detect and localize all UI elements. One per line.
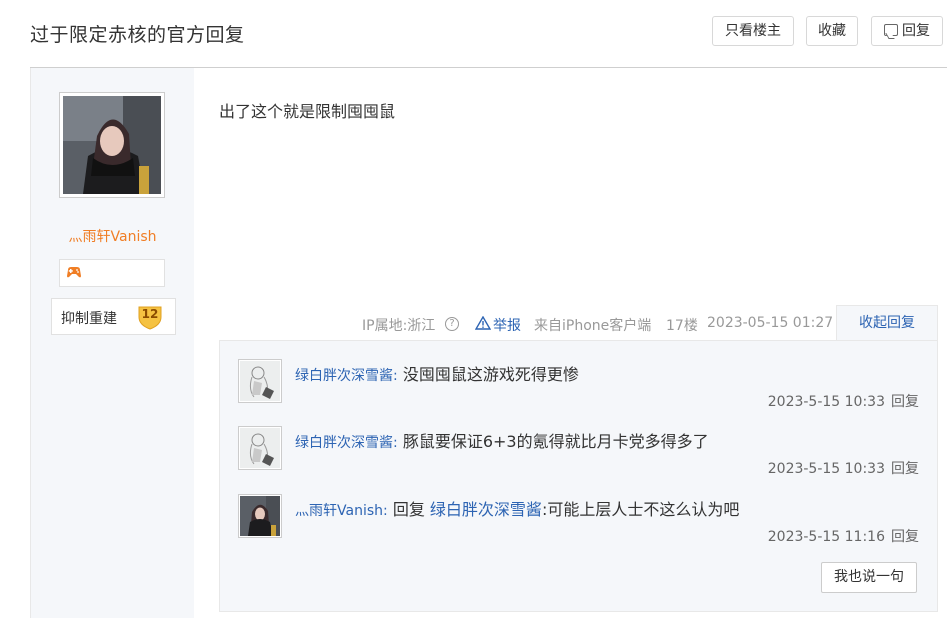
reply-target-user[interactable]: 绿白胖次深雪酱	[430, 500, 542, 519]
reply-to-reply-link[interactable]: 回复	[891, 461, 919, 477]
reply-to-reply-link[interactable]: 回复	[891, 529, 919, 545]
level-number: 12	[141, 307, 159, 321]
ip-location: IP属地:浙江	[362, 318, 436, 334]
photo-girl-avatar-icon	[240, 496, 280, 536]
only-op-button[interactable]: 只看楼主	[712, 16, 794, 46]
reply-line: 灬雨轩Vanish: 回复 绿白胖次深雪酱:可能上层人士不这么认为吧	[295, 496, 739, 520]
reply-datetime: 2023-5-15 10:33	[767, 461, 885, 477]
reply-username[interactable]: 绿白胖次深雪酱:	[295, 368, 398, 384]
reply-item: 灬雨轩Vanish: 回复 绿白胖次深雪酱:可能上层人士不这么认为吧 2023-…	[220, 476, 939, 545]
reply-avatar[interactable]	[238, 494, 282, 538]
help-icon[interactable]: ?	[445, 317, 459, 331]
reply-username[interactable]: 灬雨轩Vanish:	[295, 503, 388, 519]
reply-line: 绿白胖次深雪酱: 豚鼠要保证6+3的氪得就比月卡党多得多了	[295, 428, 709, 452]
reply-item: 绿白胖次深雪酱: 豚鼠要保证6+3的氪得就比月卡党多得多了 2023-5-15 …	[220, 408, 939, 477]
reply-meta: 2023-5-15 10:33 回复	[768, 458, 919, 478]
reply-meta: 2023-5-15 11:16 回复	[768, 526, 919, 546]
floor-number: 17楼	[666, 318, 698, 334]
author-avatar[interactable]	[59, 92, 165, 198]
client-source: 来自iPhone客户端	[534, 318, 652, 334]
author-level-box[interactable]: 抑制重建 12	[51, 298, 176, 335]
reply-word: 回复	[392, 500, 425, 519]
reply-avatar[interactable]	[238, 426, 282, 470]
reply-username[interactable]: 绿白胖次深雪酱:	[295, 435, 398, 451]
reply-avatar[interactable]	[238, 359, 282, 403]
author-panel: 灬雨轩Vanish 抑制重建 12	[30, 68, 194, 618]
reply-button-label: 回复	[902, 23, 930, 39]
reply-text: 没囤囤鼠这游戏死得更惨	[402, 365, 579, 384]
reply-datetime: 2023-5-15 11:16	[767, 529, 885, 545]
report-link[interactable]: 举报	[493, 315, 521, 335]
warning-icon	[475, 316, 491, 330]
reply-text: 豚鼠要保证6+3的氪得就比月卡党多得多了	[402, 432, 709, 451]
reply-line: 绿白胖次深雪酱: 没囤囤鼠这游戏死得更惨	[295, 361, 579, 385]
author-avatar-image	[63, 96, 161, 194]
favorite-button[interactable]: 收藏	[806, 16, 858, 46]
gamepad-badge-icon	[67, 267, 81, 278]
post-datetime: 2023-05-15 01:27	[707, 315, 834, 331]
post-content: 出了这个就是限制囤囤鼠	[219, 102, 396, 121]
anime-girl-sketch-avatar-icon	[240, 428, 280, 468]
thread-title: 过于限定赤核的官方回复	[30, 24, 245, 46]
reply-item: 绿白胖次深雪酱: 没囤囤鼠这游戏死得更惨 2023-5-15 10:33 回复	[220, 341, 939, 410]
author-badge-box	[59, 259, 165, 287]
level-name: 抑制重建	[61, 311, 117, 327]
reply-panel: 绿白胖次深雪酱: 没囤囤鼠这游戏死得更惨 2023-5-15 10:33 回复 绿…	[219, 340, 938, 612]
author-name[interactable]: 灬雨轩Vanish	[31, 226, 194, 246]
anime-girl-sketch-avatar-icon	[240, 361, 280, 401]
chat-bubble-icon	[884, 24, 898, 36]
reply-button[interactable]: 回复	[871, 16, 943, 46]
collapse-replies-button[interactable]: 收起回复	[836, 305, 938, 341]
say-something-button[interactable]: 我也说一句	[821, 562, 917, 593]
reply-text: :可能上层人士不这么认为吧	[541, 500, 740, 519]
